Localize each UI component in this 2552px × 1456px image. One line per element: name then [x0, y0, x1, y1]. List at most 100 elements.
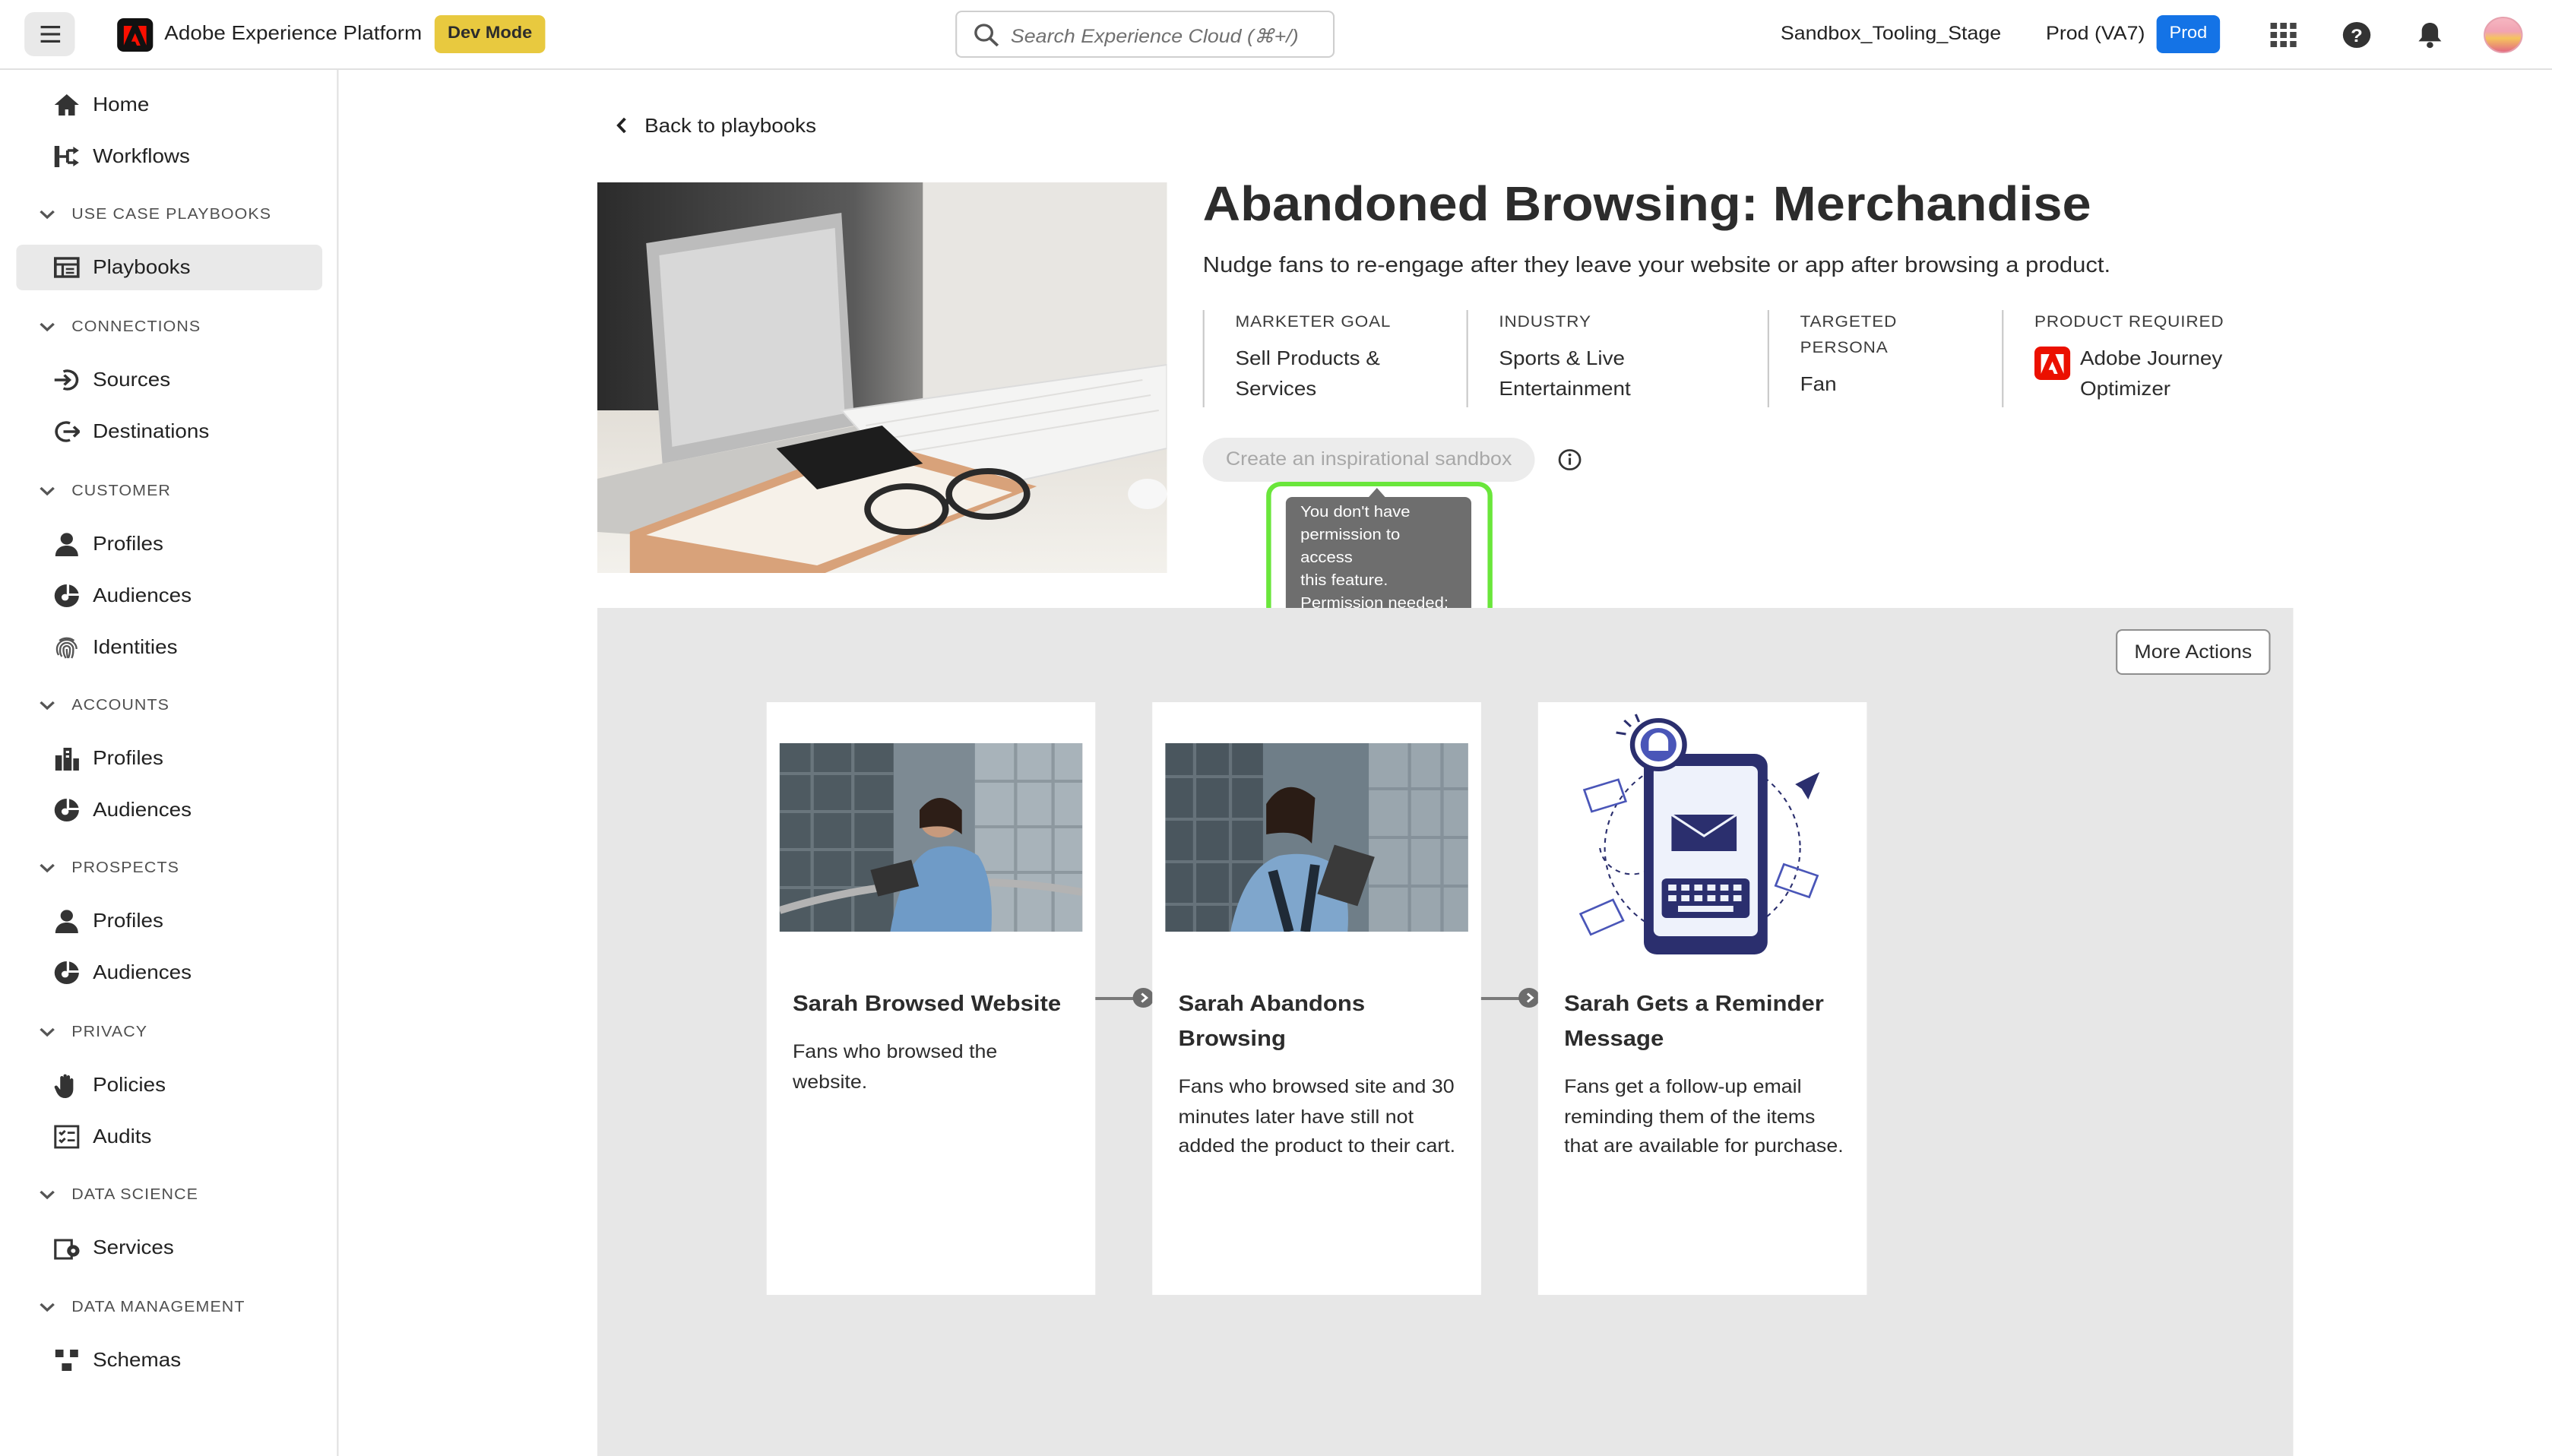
- main-content: Back to playbooks Abandoned Browsing: Me…: [338, 70, 2552, 1456]
- meta-value: Adobe Journey Optimizer: [2034, 343, 2246, 403]
- sidebar-item-policies[interactable]: Policies: [16, 1062, 322, 1108]
- permission-tooltip: You don't have permission to access this…: [1285, 497, 1472, 635]
- section-label: USE CASE PLAYBOOKS: [71, 207, 272, 223]
- environment-label[interactable]: Prod (VA7): [2046, 23, 2145, 44]
- sidebar-item-playbooks[interactable]: Playbooks: [16, 245, 323, 290]
- sidebar-item-prospect-profiles[interactable]: Profiles: [16, 898, 322, 944]
- chevron-down-icon: [40, 322, 55, 332]
- section-label: DATA SCIENCE: [71, 1187, 199, 1204]
- journey-card[interactable]: Sarah Gets a Reminder Message Fans get a …: [1537, 702, 1867, 1295]
- sidebar-item-label: Audits: [93, 1125, 152, 1147]
- sidebar-item-label: Audiences: [93, 584, 192, 606]
- chevron-down-icon: [40, 863, 55, 873]
- services-gear-icon: [52, 1234, 82, 1261]
- sidebar-item-label: Identities: [93, 635, 178, 658]
- sidebar-item-label: Audiences: [93, 961, 192, 983]
- meta-label: TARGETED PERSONA: [1800, 313, 1898, 357]
- card-image-browsing: [779, 743, 1083, 932]
- page-description: Nudge fans to re-engage after they leave…: [1202, 254, 2111, 278]
- sidebar-section-data-management[interactable]: DATA MANAGEMENT: [39, 1299, 245, 1316]
- help-icon[interactable]: ?: [2338, 18, 2374, 52]
- sidebar-nav: Home Workflows USE CASE PLAYBOOKS Playbo…: [0, 70, 339, 1456]
- chevron-down-icon: [40, 1190, 55, 1200]
- sidebar-item-identities[interactable]: Identities: [16, 625, 322, 670]
- chevron-down-icon: [40, 701, 55, 711]
- create-sandbox-button[interactable]: Create an inspirational sandbox: [1202, 438, 1535, 482]
- journey-card[interactable]: Sarah Browsed Website Fans who browsed t…: [766, 702, 1096, 1295]
- card-image-abandons: [1165, 743, 1468, 932]
- sidebar-section-connections[interactable]: CONNECTIONS: [39, 319, 201, 336]
- chevron-right-icon: [1518, 988, 1540, 1008]
- workflow-icon: [52, 143, 82, 170]
- meta-label: MARKETER GOAL: [1235, 313, 1392, 331]
- sidebar-item-account-audiences[interactable]: Audiences: [16, 787, 322, 833]
- sidebar-item-label: Services: [93, 1236, 174, 1258]
- sidebar-item-customer-profiles[interactable]: Profiles: [16, 521, 322, 567]
- sidebar-item-audits[interactable]: Audits: [16, 1114, 322, 1160]
- info-icon[interactable]: [1558, 448, 1582, 471]
- chevron-down-icon: [40, 210, 55, 220]
- sidebar-item-account-profiles[interactable]: Profiles: [16, 736, 322, 781]
- journey-card[interactable]: Sarah Abandons Browsing Fans who browsed …: [1152, 702, 1481, 1295]
- sidebar-item-sources[interactable]: Sources: [16, 357, 322, 403]
- card-title: Sarah Browsed Website: [792, 992, 1062, 1017]
- sidebar-item-label: Policies: [93, 1073, 166, 1096]
- sources-icon: [52, 366, 82, 394]
- meta-industry: INDUSTRY Sports & Live Entertainment: [1466, 310, 1743, 407]
- sidebar-section-playbooks[interactable]: USE CASE PLAYBOOKS: [39, 207, 271, 223]
- sidebar-item-workflows[interactable]: Workflows: [16, 134, 322, 179]
- hamburger-icon: [40, 26, 60, 43]
- environment-badge[interactable]: Prod: [2156, 15, 2221, 53]
- audiences-icon: [52, 959, 82, 986]
- user-avatar[interactable]: [2484, 17, 2523, 53]
- menu-button[interactable]: [24, 12, 75, 56]
- section-label: PRIVACY: [71, 1024, 148, 1041]
- building-icon: [52, 745, 82, 772]
- sidebar-item-destinations[interactable]: Destinations: [16, 409, 322, 454]
- section-label: CONNECTIONS: [71, 319, 201, 336]
- sidebar-item-label: Audiences: [93, 798, 192, 821]
- home-icon: [52, 91, 82, 119]
- sidebar-item-label: Profiles: [93, 909, 163, 932]
- notifications-bell-icon[interactable]: [2412, 18, 2448, 52]
- search-input[interactable]: Search Experience Cloud (⌘+/): [955, 11, 1335, 58]
- card-description: Fans get a follow-up email reminding the…: [1564, 1076, 1844, 1157]
- sidebar-item-home[interactable]: Home: [16, 82, 322, 128]
- sidebar-item-label: Profiles: [93, 746, 163, 769]
- apps-grid-icon[interactable]: [2265, 18, 2301, 52]
- sidebar-section-customer[interactable]: CUSTOMER: [39, 483, 171, 500]
- meta-targeted-persona: TARGETED PERSONA Fan: [1767, 310, 1979, 407]
- destinations-icon: [52, 418, 82, 445]
- back-link[interactable]: Back to playbooks: [616, 114, 816, 137]
- chevron-down-icon: [40, 1027, 55, 1037]
- sandbox-switcher[interactable]: Sandbox_Tooling_Stage: [1781, 23, 2001, 44]
- sidebar-item-schemas[interactable]: Schemas: [16, 1337, 322, 1383]
- meta-value: Sports & Live Entertainment: [1499, 347, 1631, 399]
- meta-marketer-goal: MARKETER GOAL Sell Products & Services: [1202, 310, 1447, 407]
- sidebar-item-prospect-audiences[interactable]: Audiences: [16, 950, 322, 995]
- sidebar-section-accounts[interactable]: ACCOUNTS: [39, 698, 169, 714]
- sidebar-section-data-science[interactable]: DATA SCIENCE: [39, 1187, 198, 1204]
- adobe-logo-icon[interactable]: [117, 18, 154, 52]
- search-icon: [974, 24, 999, 47]
- profile-icon: [52, 907, 82, 935]
- sidebar-section-prospects[interactable]: PROSPECTS: [39, 860, 179, 877]
- checklist-icon: [52, 1123, 82, 1151]
- app-title[interactable]: Adobe Experience Platform: [164, 21, 422, 44]
- card-description: Fans who browsed site and 30 minutes lat…: [1178, 1076, 1456, 1157]
- phone-notification-illustration: [1550, 711, 1854, 961]
- audiences-icon: [52, 796, 82, 824]
- sidebar-section-privacy[interactable]: PRIVACY: [39, 1024, 147, 1041]
- sidebar-item-services[interactable]: Services: [16, 1225, 322, 1271]
- section-label: DATA MANAGEMENT: [71, 1299, 245, 1316]
- meta-product-required: PRODUCT REQUIRED Adobe Journey Optimizer: [2002, 310, 2246, 407]
- tooltip-arrow: [1369, 488, 1385, 497]
- hand-icon: [52, 1071, 82, 1099]
- meta-label: INDUSTRY: [1499, 313, 1591, 331]
- svg-text:?: ?: [2351, 26, 2363, 46]
- meta-label: PRODUCT REQUIRED: [2034, 313, 2224, 331]
- sidebar-item-label: Sources: [93, 368, 171, 391]
- more-actions-button[interactable]: More Actions: [2116, 629, 2271, 675]
- sidebar-item-customer-audiences[interactable]: Audiences: [16, 573, 322, 619]
- dev-mode-badge: Dev Mode: [434, 15, 546, 53]
